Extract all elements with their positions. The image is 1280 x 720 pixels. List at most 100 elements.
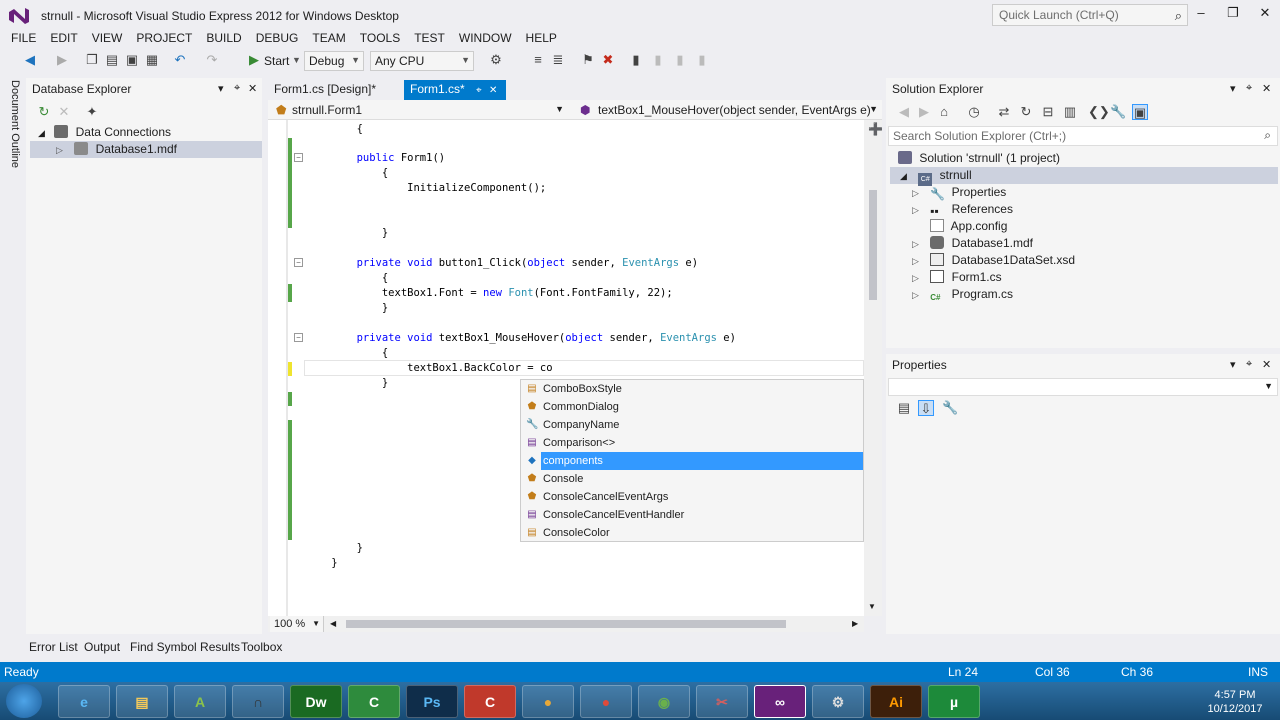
redo-icon[interactable]: ↷ <box>204 52 220 68</box>
tree-item-database1-mdf[interactable]: ▷ Database1.mdf <box>30 141 262 158</box>
start-icon[interactable]: ▶ <box>246 52 262 68</box>
collapse-toggle[interactable]: − <box>294 258 303 267</box>
illustrator-icon[interactable]: Ai <box>870 685 922 718</box>
close-button[interactable]: ✕ <box>1254 5 1276 23</box>
tree-item-data-connections[interactable]: ◢ Data Connections <box>38 124 171 141</box>
member-dropdown[interactable]: ⬢ textBox1_MouseHover(object sender, Eve… <box>574 101 882 119</box>
dropdown-icon[interactable]: ▾ <box>1230 358 1236 371</box>
tree-item-solution[interactable]: Solution 'strnull' (1 project) <box>898 150 1060 167</box>
chrome-icon[interactable]: ● <box>580 685 632 718</box>
property-pages-icon[interactable]: 🔧 <box>942 400 958 416</box>
pin-icon[interactable]: ⌖ <box>1246 82 1252 95</box>
start-button[interactable]: Start <box>264 54 289 68</box>
minimize-button[interactable]: – <box>1190 5 1212 23</box>
class-dropdown[interactable]: ⬟ strnull.Form1 ▼ <box>268 101 572 119</box>
properties-icon[interactable]: 🔧 <box>1110 104 1126 120</box>
photoshop-icon[interactable]: Ps <box>406 685 458 718</box>
headphones-app-icon[interactable]: ∩ <box>232 685 284 718</box>
collapsed-arrow-icon[interactable]: ▷ <box>912 205 919 215</box>
collapse-all-icon[interactable]: ⊟ <box>1040 104 1056 120</box>
tree-item-references[interactable]: ▷ ▪▪ References <box>912 201 1013 218</box>
scroll-right-icon[interactable]: ▶ <box>852 619 858 628</box>
connect-to-database-icon[interactable]: ✦ <box>84 104 100 120</box>
menu-help[interactable]: HELP <box>519 30 564 50</box>
intellisense-item[interactable]: ⬟ CommonDialog <box>521 398 863 416</box>
dropdown-icon[interactable]: ▾ <box>1230 82 1236 95</box>
collapsed-arrow-icon[interactable]: ▷ <box>912 256 919 266</box>
menu-tools[interactable]: TOOLS <box>353 30 407 50</box>
open-file-icon[interactable]: ▤ <box>104 52 120 68</box>
forward-icon[interactable]: ▶ <box>54 52 70 68</box>
expanded-arrow-icon[interactable]: ◢ <box>38 128 45 138</box>
solution-search-input[interactable]: Search Solution Explorer (Ctrl+;) ⌕ <box>888 126 1278 146</box>
chrome-canary-icon[interactable]: ● <box>522 685 574 718</box>
intellisense-item[interactable]: 🔧 CompanyName <box>521 416 863 434</box>
intellisense-item[interactable]: ▤ ConsoleCancelEventHandler <box>521 506 863 524</box>
pin-icon[interactable]: ⌖ <box>234 82 240 95</box>
new-project-icon[interactable]: ❐ <box>84 52 100 68</box>
intellisense-item[interactable]: ▤ ConsoleColor <box>521 524 863 542</box>
collapse-toggle[interactable]: − <box>294 333 303 342</box>
refresh-icon[interactable]: ↻ <box>1018 104 1034 120</box>
refresh-icon[interactable]: ↻ <box>36 104 52 120</box>
stop-refresh-icon[interactable]: ✕ <box>56 104 72 120</box>
tree-item-project[interactable]: ◢ C# strnull <box>890 167 1278 186</box>
tree-item-database1-mdf[interactable]: ▷ Database1.mdf <box>912 235 1033 252</box>
menu-debug[interactable]: DEBUG <box>249 30 306 50</box>
sync-icon[interactable]: ⇄ <box>996 104 1012 120</box>
tab-form1-design[interactable]: Form1.cs [Design]* <box>268 80 402 100</box>
tree-item-dataset[interactable]: ▷ Database1DataSet.xsd <box>912 252 1075 269</box>
close-icon[interactable]: ✕ <box>1262 358 1271 371</box>
menu-file[interactable]: FILE <box>4 30 43 50</box>
tree-item-program-cs[interactable]: ▷ C# Program.cs <box>912 286 1013 303</box>
collapsed-arrow-icon[interactable]: ▷ <box>912 239 919 249</box>
intellisense-item[interactable]: ▤ Comparison<> <box>521 434 863 452</box>
close-icon[interactable]: ✕ <box>248 82 257 95</box>
next-bookmark-icon[interactable]: ▮ <box>672 52 688 68</box>
tree-item-app-config[interactable]: App.config <box>930 218 1007 235</box>
scroll-thumb[interactable] <box>346 620 786 628</box>
camtasia-green-icon[interactable]: C <box>348 685 400 718</box>
back-icon[interactable]: ◀ <box>22 52 38 68</box>
save-all-icon[interactable]: ▦ <box>144 52 160 68</box>
close-icon[interactable]: ✕ <box>1262 82 1271 95</box>
menu-test[interactable]: TEST <box>407 30 452 50</box>
toggle-bookmark-icon[interactable]: ▮ <box>628 52 644 68</box>
tab-find-symbol-results[interactable]: Find Symbol Results <box>130 640 240 654</box>
collapsed-arrow-icon[interactable]: ▷ <box>912 290 919 300</box>
quick-launch-input[interactable]: Quick Launch (Ctrl+Q) ⌕ <box>992 4 1188 26</box>
object-selector[interactable]: ▼ <box>888 378 1278 396</box>
save-icon[interactable]: ▣ <box>124 52 140 68</box>
menu-window[interactable]: WINDOW <box>452 30 519 50</box>
scroll-thumb[interactable] <box>869 190 877 300</box>
pin-icon[interactable]: ⌖ <box>1246 358 1252 371</box>
document-outline-tab[interactable]: Document Outline <box>9 80 21 168</box>
show-all-files-icon[interactable]: ▥ <box>1062 104 1078 120</box>
menu-team[interactable]: TEAM <box>305 30 352 50</box>
uncomment-icon[interactable]: ≣ <box>550 52 566 68</box>
menu-project[interactable]: PROJECT <box>129 30 199 50</box>
intellisense-item[interactable]: ▤ ComboBoxStyle <box>521 380 863 398</box>
visual-studio-icon[interactable]: ∞ <box>754 685 806 718</box>
code-line-current[interactable]: textBox1.BackColor = co <box>306 361 552 376</box>
tab-toolbox[interactable]: Toolbox <box>241 640 282 654</box>
scroll-down-icon[interactable]: ▼ <box>868 602 876 611</box>
utorrent-icon[interactable]: µ <box>928 685 980 718</box>
menu-edit[interactable]: EDIT <box>43 30 84 50</box>
view-designer-icon[interactable]: ▣ <box>1132 104 1148 120</box>
bookmark-icon[interactable]: ⚑ <box>580 52 596 68</box>
intellisense-item-selected[interactable]: ◆ components <box>521 452 863 470</box>
collapsed-arrow-icon[interactable]: ▷ <box>912 273 919 283</box>
split-handle-icon[interactable]: ➕ <box>868 122 883 136</box>
clear-bookmarks-icon[interactable]: ✖ <box>600 52 616 68</box>
alphabetical-icon[interactable]: ⇩ <box>918 400 934 416</box>
home-icon[interactable]: ⌂ <box>936 104 952 120</box>
categorized-icon[interactable]: ▤ <box>896 400 912 416</box>
close-tab-icon[interactable]: ✕ <box>489 85 497 96</box>
folder-bookmark-icon[interactable]: ▮ <box>694 52 710 68</box>
android-studio-icon[interactable]: A <box>174 685 226 718</box>
tree-item-properties[interactable]: ▷ 🔧 Properties <box>912 184 1006 201</box>
scroll-left-icon[interactable]: ◀ <box>330 619 336 628</box>
network-app-icon[interactable]: ◉ <box>638 685 690 718</box>
pending-changes-icon[interactable]: ◷ <box>966 104 982 120</box>
